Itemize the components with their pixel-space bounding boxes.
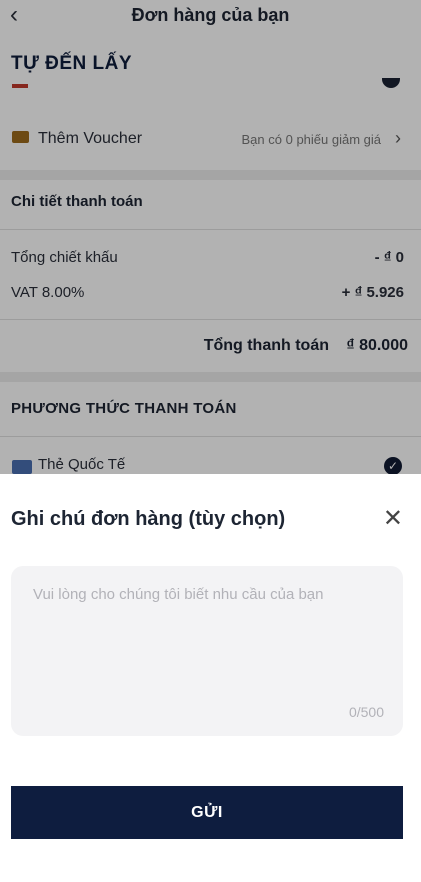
sheet-title: Ghi chú đơn hàng (tùy chọn) — [11, 508, 286, 530]
submit-button[interactable]: GỬI — [11, 786, 403, 839]
order-note-input[interactable]: Vui lòng cho chúng tôi biết nhu cầu của … — [11, 566, 403, 736]
note-placeholder: Vui lòng cho chúng tôi biết nhu cầu của … — [33, 586, 324, 603]
character-counter: 0/500 — [348, 704, 384, 720]
close-icon[interactable]: ✕ — [383, 507, 403, 531]
order-note-sheet: Ghi chú đơn hàng (tùy chọn) ✕ Vui lòng c… — [0, 474, 421, 882]
modal-backdrop[interactable] — [0, 0, 421, 474]
